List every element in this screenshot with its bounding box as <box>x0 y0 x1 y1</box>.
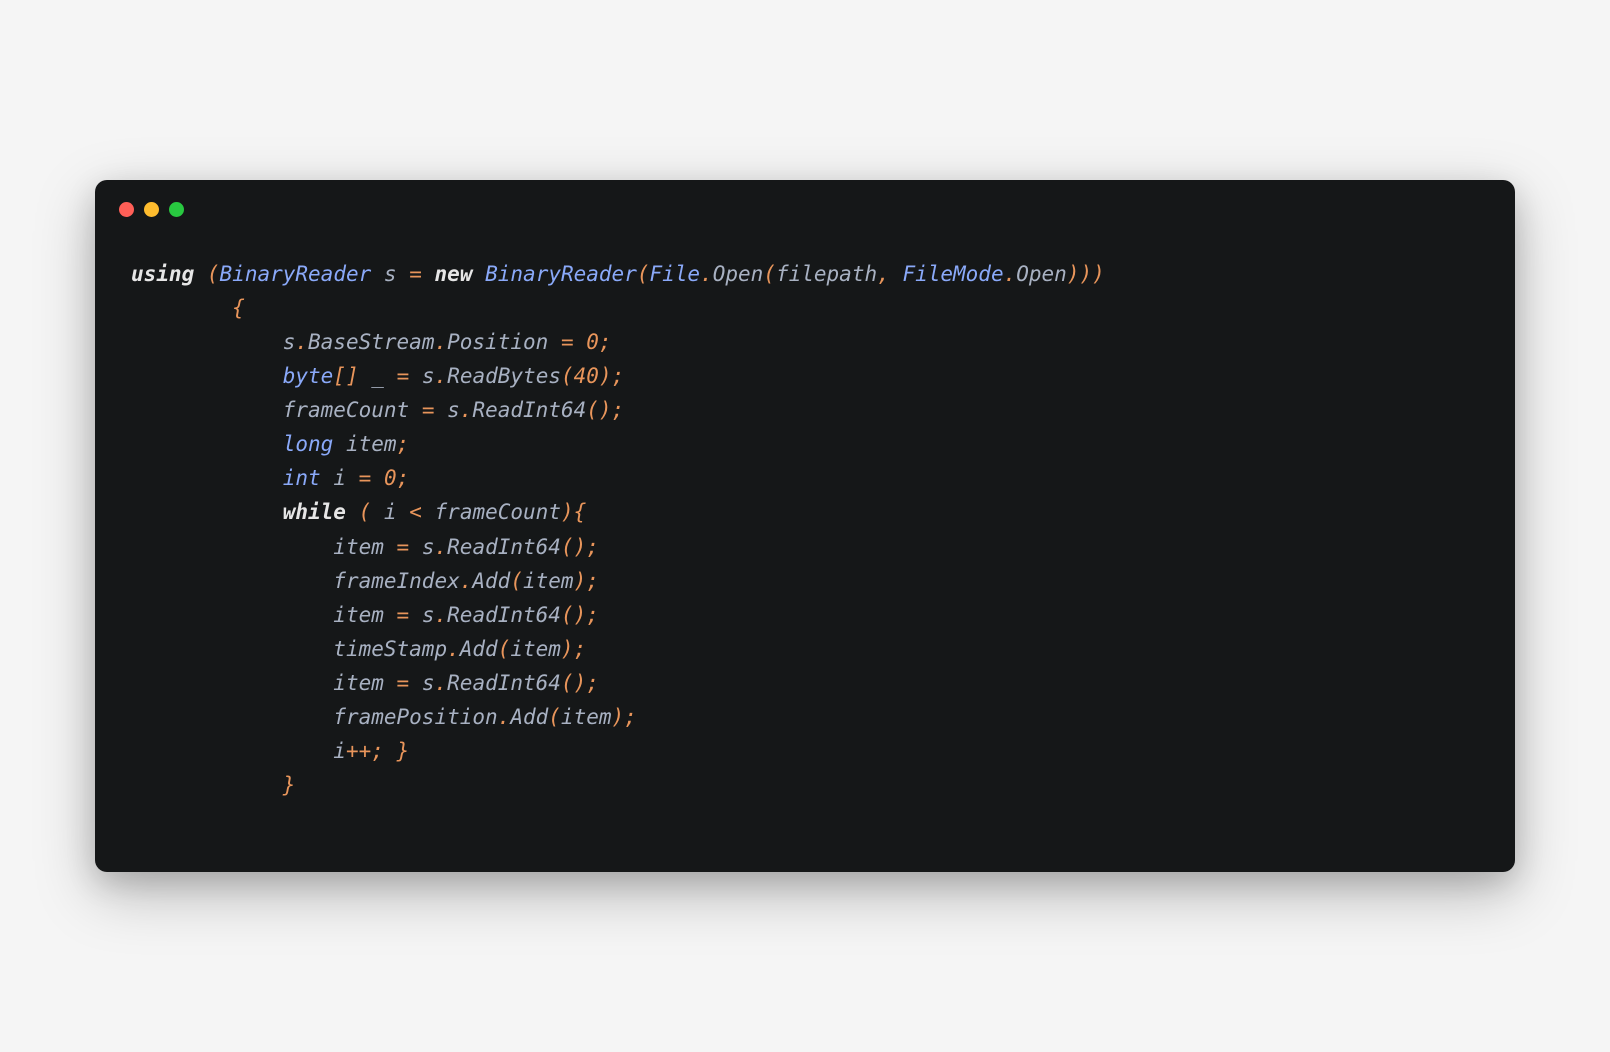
prop-open: Open <box>1016 262 1067 286</box>
var-i: i <box>333 466 346 490</box>
keyword-byte: byte <box>283 364 334 388</box>
op-lt: < <box>409 500 422 524</box>
maximize-icon[interactable] <box>169 202 184 217</box>
var-framecount: frameCount <box>283 398 409 422</box>
equals: = <box>409 262 422 286</box>
close-icon[interactable] <box>119 202 134 217</box>
keyword-int: int <box>283 466 321 490</box>
paren-open: ( <box>207 262 220 286</box>
prop-position: Position <box>447 330 548 354</box>
keyword-new: new <box>435 262 473 286</box>
type-file: File <box>650 262 701 286</box>
var-frameindex: frameIndex <box>333 569 459 593</box>
var-filepath: filepath <box>776 262 877 286</box>
method-readbytes: ReadBytes <box>447 364 561 388</box>
code-editor[interactable]: using (BinaryReader s = new BinaryReader… <box>95 227 1515 871</box>
code-window: using (BinaryReader s = new BinaryReader… <box>95 180 1515 871</box>
minimize-icon[interactable] <box>144 202 159 217</box>
brace-close: } <box>397 739 410 763</box>
keyword-using: using <box>131 262 194 286</box>
method-readint64: ReadInt64 <box>472 398 586 422</box>
number-40: 40 <box>574 364 599 388</box>
var-frameposition: framePosition <box>333 705 497 729</box>
var-s: s <box>384 262 397 286</box>
keyword-while: while <box>283 500 346 524</box>
type-binaryreader-ctor: BinaryReader <box>485 262 637 286</box>
var-item: item <box>346 432 397 456</box>
keyword-long: long <box>283 432 334 456</box>
method-open: Open <box>713 262 764 286</box>
brace-close-outer: } <box>283 773 296 797</box>
var-underscore: _ <box>371 364 384 388</box>
number-0: 0 <box>586 330 599 354</box>
method-add: Add <box>472 569 510 593</box>
brace-open: { <box>232 296 245 320</box>
type-binaryreader: BinaryReader <box>220 262 372 286</box>
prop-basestream: BaseStream <box>308 330 434 354</box>
var-timestamp: timeStamp <box>333 637 447 661</box>
op-increment: ++ <box>346 739 371 763</box>
type-filemode: FileMode <box>902 262 1003 286</box>
titlebar <box>95 180 1515 227</box>
